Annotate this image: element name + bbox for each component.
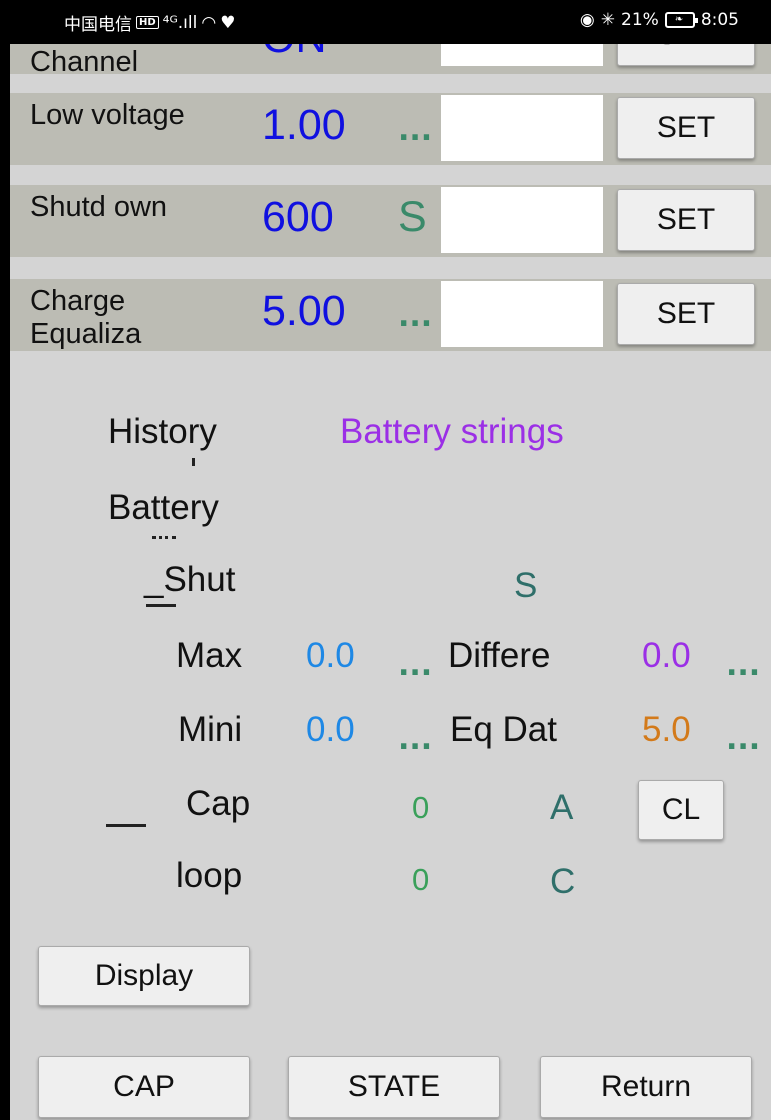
cap-button[interactable]: CAP — [38, 1056, 250, 1118]
clear-cap-button[interactable]: CL — [638, 780, 724, 840]
row-label: Channel — [30, 46, 139, 74]
max-value-ellipsis: ... — [398, 648, 433, 683]
signal-icon: ⁴ᴳ.ıll — [162, 12, 198, 33]
mini-value: 0.0 — [306, 710, 355, 749]
state-button[interactable]: STATE — [288, 1056, 500, 1118]
shutdown-input[interactable] — [441, 187, 603, 253]
eq-data-label: Eq Dat — [450, 710, 557, 749]
max-label: Max — [176, 636, 243, 675]
row-unit: S — [398, 193, 427, 241]
settings-row-charge-equalization: Charge Equaliza 5.00 ... SET — [10, 279, 771, 351]
battery-label: Battery — [108, 488, 219, 527]
row-value: 1.00 — [262, 101, 346, 149]
settings-row-shutdown: Shutd own 600 S SET — [10, 185, 771, 257]
battery-label-descender — [152, 536, 176, 539]
channel-input[interactable] — [441, 44, 603, 66]
cap-unit: A — [550, 788, 574, 827]
set-channel-button[interactable]: SET — [617, 44, 755, 66]
heart-icon: ♥ — [220, 12, 236, 33]
difference-value-ellipsis: ... — [726, 648, 761, 683]
cap-label: Cap — [186, 784, 251, 823]
hd-icon: HD — [136, 16, 159, 29]
eye-icon: ◉ — [579, 10, 595, 30]
row-label: Charge Equaliza — [30, 285, 142, 350]
shut-label-descender — [146, 604, 176, 607]
difference-value: 0.0 — [642, 636, 691, 675]
status-bar: 中国电信 HD ⁴ᴳ.ıll ◠ ♥ ◉ ✳ 21% ❧ 8:05 — [10, 0, 771, 44]
mini-label: Mini — [178, 710, 243, 749]
charge-equalization-input[interactable] — [441, 281, 603, 347]
mini-value-ellipsis: ... — [398, 722, 433, 757]
row-unit: ... — [398, 299, 433, 334]
bluetooth-icon: ✳ — [600, 10, 616, 30]
clock: 8:05 — [700, 10, 739, 30]
return-button[interactable]: Return — [540, 1056, 752, 1118]
settings-row-low-voltage: Low voltage 1.00 ... SET — [10, 93, 771, 165]
eq-data-value: 5.0 — [642, 710, 691, 749]
eq-data-value-ellipsis: ... — [726, 722, 761, 757]
shut-label: _Shut — [144, 560, 236, 599]
set-low-voltage-button[interactable]: SET — [617, 97, 755, 159]
row-label: Shutd own — [30, 191, 168, 223]
cap-value: 0 — [412, 790, 430, 825]
max-value: 0.0 — [306, 636, 355, 675]
history-value: Battery strings — [340, 412, 564, 451]
carrier-label: 中国电信 — [64, 15, 132, 35]
row-unit: ... — [398, 113, 433, 148]
row-label: Low voltage — [30, 99, 185, 131]
wifi-icon: ◠ — [201, 12, 217, 33]
cap-label-descender — [106, 824, 146, 827]
settings-row-channel: Channel ON SET — [10, 44, 771, 74]
loop-unit: C — [550, 862, 576, 901]
battery-icon: ❧ — [664, 12, 698, 28]
row-value: ON — [262, 44, 327, 63]
loop-value: 0 — [412, 862, 430, 897]
set-shutdown-button[interactable]: SET — [617, 189, 755, 251]
loop-label: loop — [176, 856, 243, 895]
battery-percent: 21% — [621, 10, 659, 30]
row-value: 600 — [262, 193, 334, 241]
difference-label: Differe — [448, 636, 551, 675]
app-screen: 中国电信 HD ⁴ᴳ.ıll ◠ ♥ ◉ ✳ 21% ❧ 8:05 Channe… — [10, 0, 771, 1120]
row-value: 5.00 — [262, 287, 346, 335]
low-voltage-input[interactable] — [441, 95, 603, 161]
shut-unit: S — [514, 566, 538, 605]
set-charge-equalization-button[interactable]: SET — [617, 283, 755, 345]
history-label-descender — [192, 458, 195, 466]
history-label: History — [108, 412, 217, 451]
display-button[interactable]: Display — [38, 946, 250, 1006]
